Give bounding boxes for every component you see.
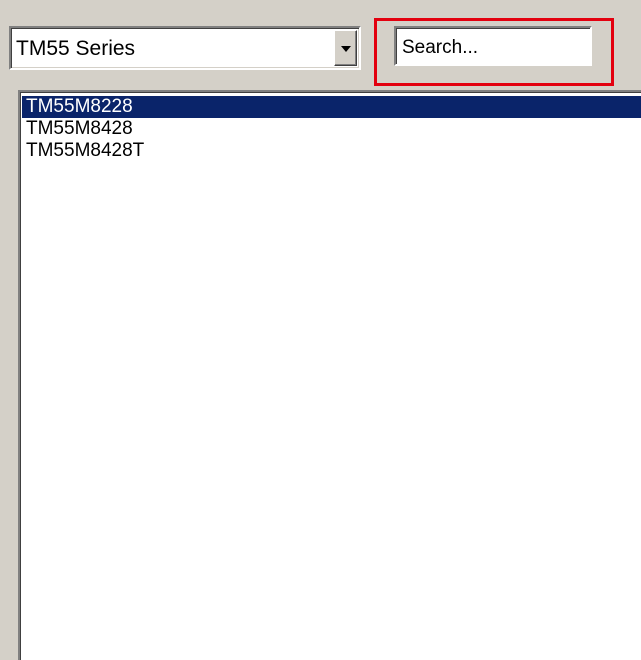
model-list[interactable]: TM55M8228 TM55M8428 TM55M8428T xyxy=(18,90,641,660)
list-item[interactable]: TM55M8428 xyxy=(22,118,641,140)
series-dropdown-value: TM55 Series xyxy=(16,37,136,60)
list-item[interactable]: TM55M8228 xyxy=(22,96,641,118)
dropdown-button[interactable] xyxy=(334,30,357,66)
chevron-down-icon xyxy=(341,46,351,52)
series-dropdown[interactable]: TM55 Series xyxy=(9,26,361,70)
search-input[interactable] xyxy=(394,26,592,66)
list-item[interactable]: TM55M8428T xyxy=(22,140,641,162)
